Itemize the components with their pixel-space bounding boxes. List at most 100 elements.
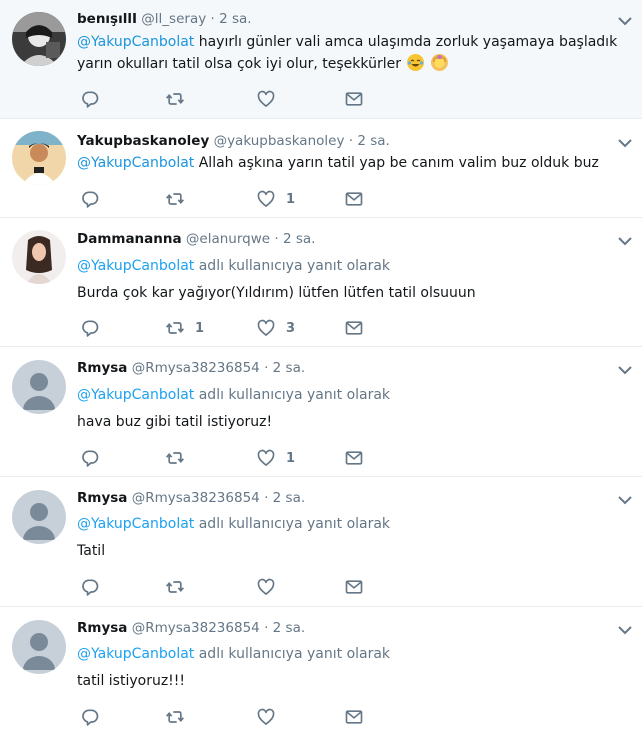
reply-context-text: adlı kullanıcıya yanıt olarak <box>194 516 391 532</box>
like-count: 1 <box>286 191 296 207</box>
tweet-text-line: Burda çok kar yağıyor(Yıldırım) lütfen l… <box>77 285 476 301</box>
envelope-icon <box>344 89 364 109</box>
separator-dot: · <box>264 620 269 636</box>
tweet-text-line: hava buz gibi tatil istiyoruz! <box>77 414 273 430</box>
retweet-icon <box>165 189 185 209</box>
tweet-text-continued: yarın okulları tatil olsa çok iyi olur, … <box>77 52 448 76</box>
face-with-tears-of-joy-icon <box>407 54 425 71</box>
chevron-down-icon[interactable] <box>617 494 633 506</box>
reply-mention-link[interactable]: @YakupCanbolat <box>77 516 194 532</box>
display-name[interactable]: Dammananna <box>77 231 182 247</box>
reply-mention-link[interactable]: @YakupCanbolat <box>77 387 194 403</box>
timestamp[interactable]: 2 sa. <box>273 620 305 636</box>
tweet-actions <box>77 88 397 110</box>
chevron-down-icon[interactable] <box>617 624 633 636</box>
timestamp[interactable]: 2 sa. <box>219 11 251 27</box>
reply-button[interactable] <box>80 88 100 110</box>
reply-button[interactable] <box>80 447 100 469</box>
direct-message-button[interactable] <box>344 447 364 469</box>
tweet-header: Yakupbaskanoley @yakupbaskanoley · 2 sa. <box>77 132 390 150</box>
heart-icon <box>256 707 276 727</box>
default-avatar[interactable] <box>12 360 66 414</box>
chevron-down-icon[interactable] <box>617 235 633 247</box>
direct-message-button[interactable] <box>344 576 364 598</box>
user-handle[interactable]: @Rmysa38236854 <box>132 620 260 636</box>
avatar[interactable] <box>12 230 66 284</box>
tweet[interactable]: benışıllI @ll_seray · 2 sa. @YakupCanbol… <box>0 0 642 119</box>
envelope-icon <box>344 189 364 209</box>
default-avatar[interactable] <box>12 620 66 674</box>
display-name[interactable]: Yakupbaskanoley <box>77 133 209 149</box>
timestamp[interactable]: 2 sa. <box>273 360 305 376</box>
like-button[interactable]: 3 <box>256 317 295 339</box>
chevron-down-icon[interactable] <box>617 137 633 149</box>
retweet-button[interactable] <box>165 188 195 210</box>
display-name[interactable]: Rmysa <box>77 360 127 376</box>
user-handle[interactable]: @elanurqwe <box>186 231 270 247</box>
timestamp[interactable]: 2 sa. <box>283 231 315 247</box>
tweet-actions <box>77 576 397 598</box>
like-button[interactable]: 1 <box>256 188 295 210</box>
reply-button[interactable] <box>80 576 100 598</box>
reply-button[interactable] <box>80 706 100 728</box>
retweet-button[interactable] <box>165 576 195 598</box>
display-name[interactable]: benışıllI <box>77 11 137 27</box>
tweet-text-line: hayırlı günler vali amca ulaşımda zorluk… <box>194 34 618 50</box>
timestamp[interactable]: 2 sa. <box>357 133 389 149</box>
tweet-header: benışıllI @ll_seray · 2 sa. <box>77 10 252 28</box>
timestamp[interactable]: 2 sa. <box>273 490 305 506</box>
separator-dot: · <box>348 133 354 149</box>
heart-icon <box>256 89 276 109</box>
direct-message-button[interactable] <box>344 188 364 210</box>
tweet[interactable]: Yakupbaskanoley @yakupbaskanoley · 2 sa.… <box>0 119 642 218</box>
avatar[interactable] <box>12 131 66 185</box>
retweet-icon <box>165 318 185 338</box>
chevron-down-icon[interactable] <box>617 364 633 376</box>
user-handle[interactable]: @yakupbaskanoley <box>214 133 345 149</box>
tweet[interactable]: Rmysa @Rmysa38236854 · 2 sa. @YakupCanbo… <box>0 347 642 477</box>
tweet[interactable]: Rmysa @Rmysa38236854 · 2 sa. @YakupCanbo… <box>0 607 642 734</box>
retweet-button[interactable] <box>165 88 195 110</box>
reply-button[interactable] <box>80 188 100 210</box>
tweet-header: Rmysa @Rmysa38236854 · 2 sa. <box>77 359 305 377</box>
chevron-down-icon[interactable] <box>617 15 633 27</box>
user-handle[interactable]: @Rmysa38236854 <box>132 360 260 376</box>
like-button[interactable]: 1 <box>256 447 295 469</box>
tweet-header: Dammananna @elanurqwe · 2 sa. <box>77 230 315 248</box>
envelope-icon <box>344 318 364 338</box>
like-button[interactable] <box>256 576 286 598</box>
display-name[interactable]: Rmysa <box>77 490 127 506</box>
avatar[interactable] <box>12 12 66 66</box>
like-button[interactable] <box>256 88 286 110</box>
like-button[interactable] <box>256 706 286 728</box>
direct-message-button[interactable] <box>344 88 364 110</box>
tweet-header: Rmysa @Rmysa38236854 · 2 sa. <box>77 489 305 507</box>
mention-link[interactable]: @YakupCanbolat <box>77 155 194 171</box>
tweet-text-line: tatil istiyoruz!!! <box>77 673 186 689</box>
envelope-icon <box>344 707 364 727</box>
replying-to: @YakupCanbolat adlı kullanıcıya yanıt ol… <box>77 386 390 405</box>
mention-link[interactable]: @YakupCanbolat <box>77 34 194 50</box>
heart-icon <box>256 189 276 209</box>
tweet[interactable]: Rmysa @Rmysa38236854 · 2 sa. @YakupCanbo… <box>0 477 642 607</box>
user-handle[interactable]: @ll_seray <box>141 11 206 27</box>
retweet-button[interactable] <box>165 447 195 469</box>
reply-mention-link[interactable]: @YakupCanbolat <box>77 646 194 662</box>
envelope-icon <box>344 577 364 597</box>
reply-icon <box>80 189 100 209</box>
retweet-button[interactable] <box>165 706 195 728</box>
user-handle[interactable]: @Rmysa38236854 <box>132 490 260 506</box>
separator-dot: · <box>274 231 279 247</box>
tweet[interactable]: Dammananna @elanurqwe · 2 sa. @YakupCanb… <box>0 218 642 347</box>
reply-button[interactable] <box>80 317 100 339</box>
direct-message-button[interactable] <box>344 317 364 339</box>
reply-mention-link[interactable]: @YakupCanbolat <box>77 258 194 274</box>
tweet-text-line: Allah aşkına yarın tatil yap be canım va… <box>194 155 599 171</box>
tweet-text-line: Tatil <box>77 543 106 559</box>
tweet-header: Rmysa @Rmysa38236854 · 2 sa. <box>77 619 305 637</box>
display-name[interactable]: Rmysa <box>77 620 127 636</box>
retweet-button[interactable]: 1 <box>165 317 204 339</box>
default-avatar[interactable] <box>12 490 66 544</box>
direct-message-button[interactable] <box>344 706 364 728</box>
separator-dot: · <box>210 11 215 27</box>
